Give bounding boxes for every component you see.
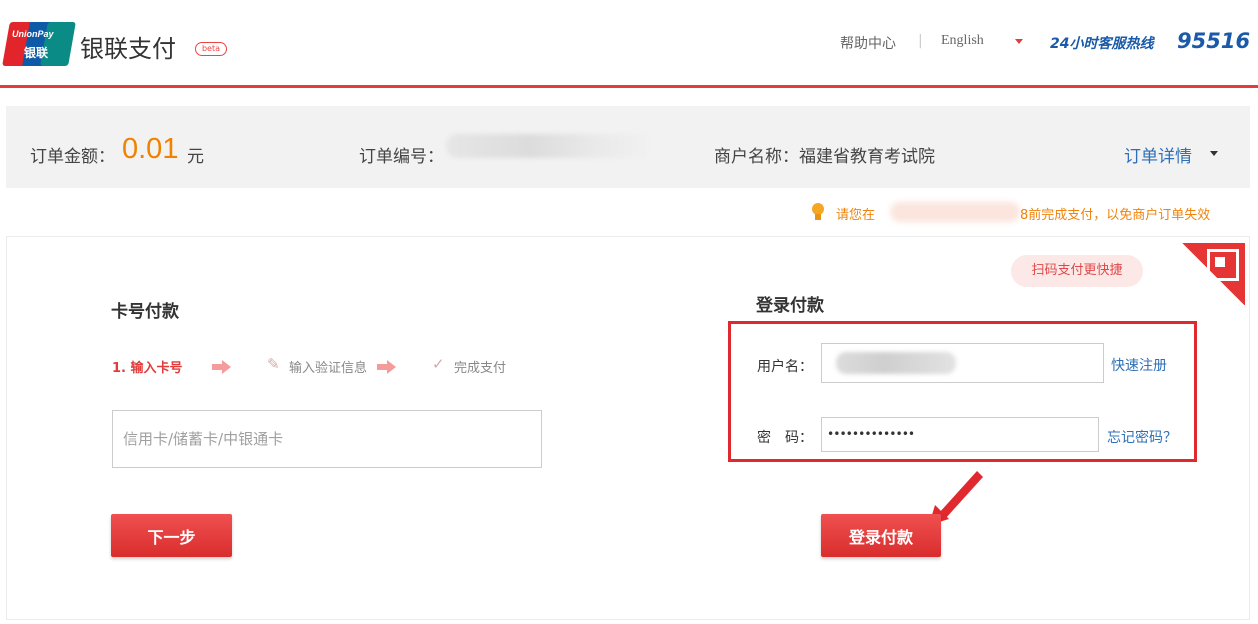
logo-text-cn: 银联: [24, 46, 49, 60]
hotline-number: 95516: [1177, 29, 1251, 53]
step-verify: ✎ 输入验证信息: [267, 355, 368, 376]
username-input[interactable]: [821, 343, 1104, 383]
payment-panel: 卡号付款 1. 输入卡号 ✎输入验证信息 ✓完成支付 下一步 扫码支付更快捷 登…: [6, 236, 1250, 620]
quick-register-link[interactable]: 快速注册: [1111, 355, 1167, 375]
header: UnionPay 银联 银联支付 beta 帮助中心 | English 24小…: [0, 0, 1258, 88]
next-step-button[interactable]: 下一步: [111, 514, 232, 557]
qr-code-icon[interactable]: [1181, 243, 1245, 305]
card-pay-title: 卡号付款: [111, 302, 179, 322]
username-label: 用户名：: [757, 359, 813, 375]
logo-text-en: UnionPay: [12, 29, 54, 39]
order-amount-unit: 元: [187, 147, 204, 167]
password-input[interactable]: ••••••••••••••: [821, 417, 1099, 452]
password-label: 密 码：: [757, 430, 813, 446]
order-details-link[interactable]: 订单详情: [1124, 142, 1192, 167]
order-number-label: 订单编号：: [359, 147, 444, 167]
hotline-label: 24小时客服热线: [1050, 36, 1154, 52]
language-selector[interactable]: English: [941, 33, 984, 49]
beta-badge: beta: [195, 42, 227, 56]
deadline-redacted: [890, 202, 1020, 222]
brand-title: 银联支付: [80, 35, 176, 63]
unionpay-logo[interactable]: UnionPay 银联: [2, 22, 76, 66]
step-complete: ✓ 完成支付: [432, 355, 507, 376]
merchant-name: 商户名称：福建省教育考试院: [714, 147, 935, 167]
help-center-link[interactable]: 帮助中心: [840, 33, 896, 53]
check-icon: ✓: [432, 355, 445, 373]
chevron-down-icon[interactable]: [1210, 151, 1218, 156]
card-number-input[interactable]: [112, 410, 542, 468]
username-redacted: [836, 352, 956, 374]
qr-pay-badge[interactable]: 扫码支付更快捷: [1011, 255, 1143, 287]
step-enter-card: 1. 输入卡号: [112, 361, 183, 376]
chevron-down-icon[interactable]: [1015, 39, 1023, 44]
order-summary-bar: 订单金额： 0.01 元 订单编号： 商户名称：福建省教育考试院 订单详情: [6, 106, 1250, 188]
notice-prefix: 请您在: [836, 208, 876, 223]
forgot-password-link[interactable]: 忘记密码？: [1107, 427, 1177, 447]
order-amount-value: 0.01: [122, 133, 179, 165]
nav-separator: |: [918, 33, 923, 49]
lightbulb-icon: [810, 203, 826, 221]
order-number-redacted: [446, 134, 656, 158]
pen-icon: ✎: [267, 355, 280, 373]
login-pay-button[interactable]: 登录付款: [821, 514, 941, 557]
order-amount-label: 订单金额：: [30, 147, 115, 167]
notice-suffix: 8前完成支付，以免商户订单失效: [1020, 208, 1211, 223]
login-pay-title: 登录付款: [756, 296, 824, 316]
